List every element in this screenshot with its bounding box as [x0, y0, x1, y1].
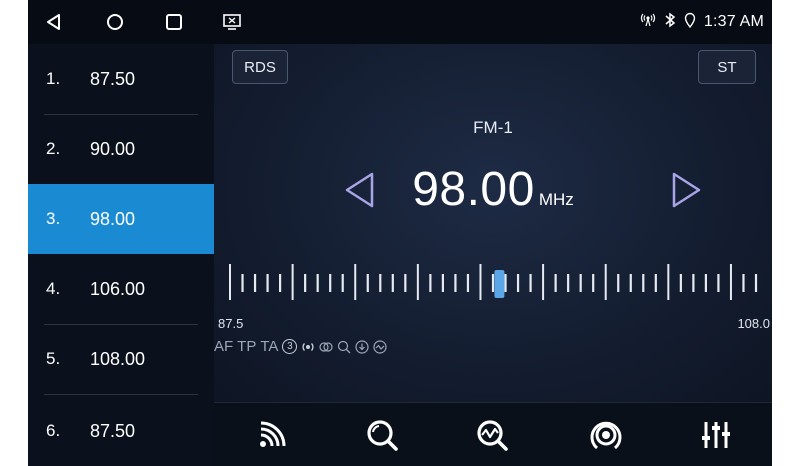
preset-number: 2. — [46, 139, 61, 158]
frequency-unit: MHz — [538, 190, 574, 209]
preset-frequency: 87.50 — [90, 420, 136, 441]
preset-frequency: 90.00 — [90, 138, 136, 159]
preset-number: 6. — [46, 421, 61, 440]
radio-flags: AF TP TA 3 — [214, 338, 586, 355]
tune-up-button[interactable] — [670, 170, 704, 210]
preset-list: 1. 87.50 2. 90.00 3. 98.00 4. 106.00 5. … — [28, 44, 214, 466]
broadcast-icon[interactable] — [586, 415, 626, 455]
bluetooth-icon — [664, 12, 676, 32]
status-bar: 1:37 AM — [28, 0, 772, 44]
preset-frequency: 106.00 — [90, 278, 146, 299]
radio-screen: 1:37 AM 1. 87.50 2. 90.00 3. 98.00 4. 10… — [28, 0, 772, 466]
preset-item[interactable]: 4. 106.00 — [28, 254, 214, 324]
bottom-toolbar — [214, 402, 772, 466]
band-label: FM-1 — [473, 118, 513, 137]
preset-item[interactable]: 5. 108.00 — [28, 324, 214, 394]
scan-icon[interactable] — [252, 415, 292, 455]
preset-number: 5. — [46, 349, 61, 368]
preset-frequency: 108.00 — [90, 348, 146, 369]
loc-icon: 3 — [282, 339, 298, 354]
loc-number: 3 — [287, 341, 293, 352]
download-icon — [355, 339, 370, 354]
recents-icon[interactable] — [160, 8, 188, 36]
af-flag: AF — [214, 338, 234, 355]
stereo-button[interactable]: ST — [698, 50, 756, 84]
preset-frequency: 87.50 — [90, 68, 136, 89]
stereo-signal-icon — [301, 340, 315, 354]
preset-number: 1. — [46, 69, 61, 88]
current-frequency: 98.00 — [412, 163, 535, 216]
preset-number: 4. — [46, 279, 61, 298]
seek-small-icon — [373, 339, 388, 354]
clock: 1:37 AM — [703, 13, 764, 30]
scale-min-label: 87.5 — [218, 316, 244, 331]
ta-flag: TA — [260, 338, 279, 355]
preset-item[interactable]: 2. 90.00 — [28, 114, 214, 184]
radio-signal-icon — [640, 12, 656, 32]
preset-number: 3. — [46, 209, 61, 228]
equalizer-icon[interactable] — [696, 415, 736, 455]
screen-cast-icon[interactable] — [218, 8, 246, 36]
tp-flag: TP — [237, 338, 257, 355]
tuning-needle[interactable] — [494, 270, 505, 298]
mono-icon — [319, 340, 334, 354]
seek-icon[interactable] — [472, 415, 512, 455]
home-icon[interactable] — [101, 8, 129, 36]
search-icon[interactable] — [362, 415, 402, 455]
preset-frequency: 98.00 — [90, 208, 136, 229]
search-small-icon — [337, 340, 351, 354]
back-icon[interactable] — [40, 8, 68, 36]
location-icon — [684, 12, 696, 32]
scale-max-label: 108.0 — [737, 316, 770, 331]
status-icons: 1:37 AM — [640, 0, 764, 44]
preset-item[interactable]: 1. 87.50 — [28, 44, 214, 114]
preset-item[interactable]: 6. 87.50 — [28, 396, 214, 466]
tuning-dial[interactable] — [228, 256, 758, 306]
divider — [44, 394, 198, 395]
rds-button[interactable]: RDS — [232, 50, 288, 84]
preset-item-selected[interactable]: 3. 98.00 — [28, 184, 214, 254]
